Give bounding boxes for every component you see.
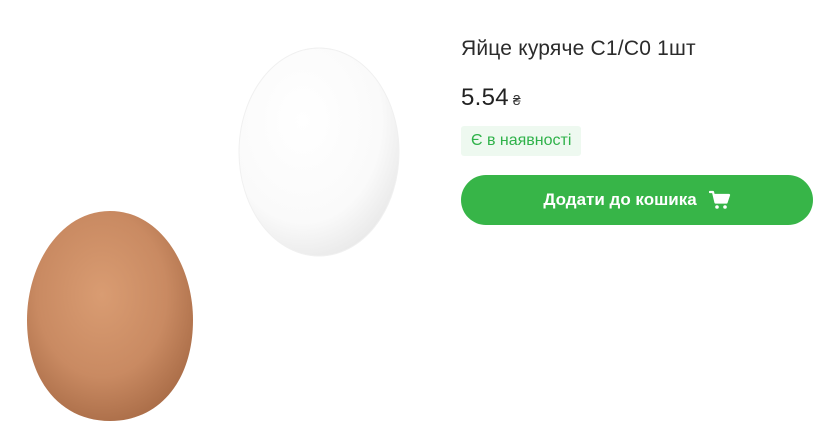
eggs-illustration: [27, 47, 400, 421]
add-to-cart-button[interactable]: Додати до кошика: [461, 175, 813, 225]
white-egg: [238, 47, 400, 257]
add-to-cart-label: Додати до кошика: [543, 190, 697, 209]
product-price: 5.54: [461, 84, 509, 111]
product-info: Яйце куряче С1/С0 1шт 5.54 ₴ Є в наявнос…: [461, 34, 813, 225]
availability-badge: Є в наявності: [461, 126, 582, 156]
product-image: [0, 0, 440, 438]
price-row: 5.54 ₴: [461, 84, 813, 114]
product-title: Яйце куряче С1/С0 1шт: [461, 37, 696, 60]
brown-egg: [27, 211, 193, 421]
cart-icon: [708, 190, 731, 210]
currency-sign: ₴: [512, 92, 521, 108]
